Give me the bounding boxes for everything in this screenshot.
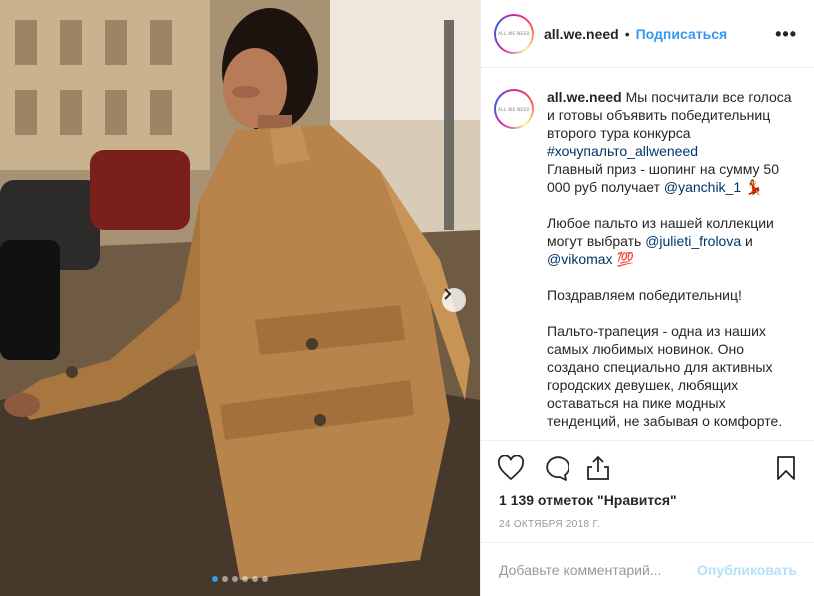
- avatar-logo: ALL.WE.NEED: [498, 31, 530, 36]
- carousel-dot: [252, 576, 258, 582]
- carousel-dot: [262, 576, 268, 582]
- carousel-indicator: [0, 576, 480, 582]
- chevron-right-icon: [444, 288, 452, 300]
- share-button[interactable]: [585, 455, 611, 486]
- caption-avatar[interactable]: ALL.WE.NEED: [494, 89, 534, 129]
- likes-count[interactable]: 1 139 отметок "Нравится": [499, 492, 677, 508]
- caption-and: и: [745, 233, 753, 249]
- carousel-dot: [242, 576, 248, 582]
- carousel-dot: [222, 576, 228, 582]
- comment-bar: Опубликовать: [481, 542, 814, 596]
- carousel-dot: [212, 576, 218, 582]
- avatar-logo: ALL.WE.NEED: [498, 106, 530, 112]
- caption-username[interactable]: all.we.need: [547, 89, 622, 105]
- photo-woman-in-camel-coat: [0, 0, 480, 596]
- carousel-dot: [232, 576, 238, 582]
- bookmark-icon: [777, 456, 795, 480]
- post-header: ALL.WE.NEED all.we.need • Подписаться ••…: [481, 0, 814, 68]
- comment-input[interactable]: [499, 561, 698, 578]
- publish-button[interactable]: Опубликовать: [697, 562, 797, 578]
- avatar[interactable]: ALL.WE.NEED: [494, 13, 534, 54]
- separator-dot: •: [624, 25, 630, 42]
- heart-icon: [497, 454, 525, 481]
- hashtag-link[interactable]: #хочупальто_allweneed: [547, 143, 698, 159]
- post-actions: [481, 440, 814, 496]
- save-button[interactable]: [775, 455, 797, 486]
- share-icon: [587, 455, 609, 480]
- caption-emoji: 💃: [741, 179, 763, 195]
- mention-link[interactable]: @vikomax: [547, 251, 613, 267]
- more-horizontal-icon[interactable]: •••: [775, 24, 797, 45]
- post-caption: all.we.need Мы посчитали все голоса и го…: [547, 88, 801, 440]
- mention-link[interactable]: @yanchik_1: [664, 179, 741, 195]
- caption-emoji: 💯: [612, 251, 634, 267]
- caption-area: ALL.WE.NEED all.we.need Мы посчитали все…: [481, 68, 814, 440]
- like-button[interactable]: [497, 454, 525, 486]
- comment-icon: [546, 456, 571, 481]
- mention-link[interactable]: @julieti_frolova: [645, 233, 741, 249]
- follow-button[interactable]: Подписаться: [636, 26, 728, 42]
- username-link[interactable]: all.we.need: [544, 26, 619, 42]
- carousel-next-button[interactable]: [442, 288, 466, 312]
- caption-congrats: Поздравляем победительниц! Пальто-трапец…: [547, 287, 783, 429]
- comment-button[interactable]: [541, 455, 571, 486]
- post-photo[interactable]: [0, 0, 480, 596]
- post-side-panel: ALL.WE.NEED all.we.need • Подписаться ••…: [480, 0, 814, 596]
- post-date[interactable]: 24 ОКТЯБРЯ 2018 Г.: [499, 519, 600, 530]
